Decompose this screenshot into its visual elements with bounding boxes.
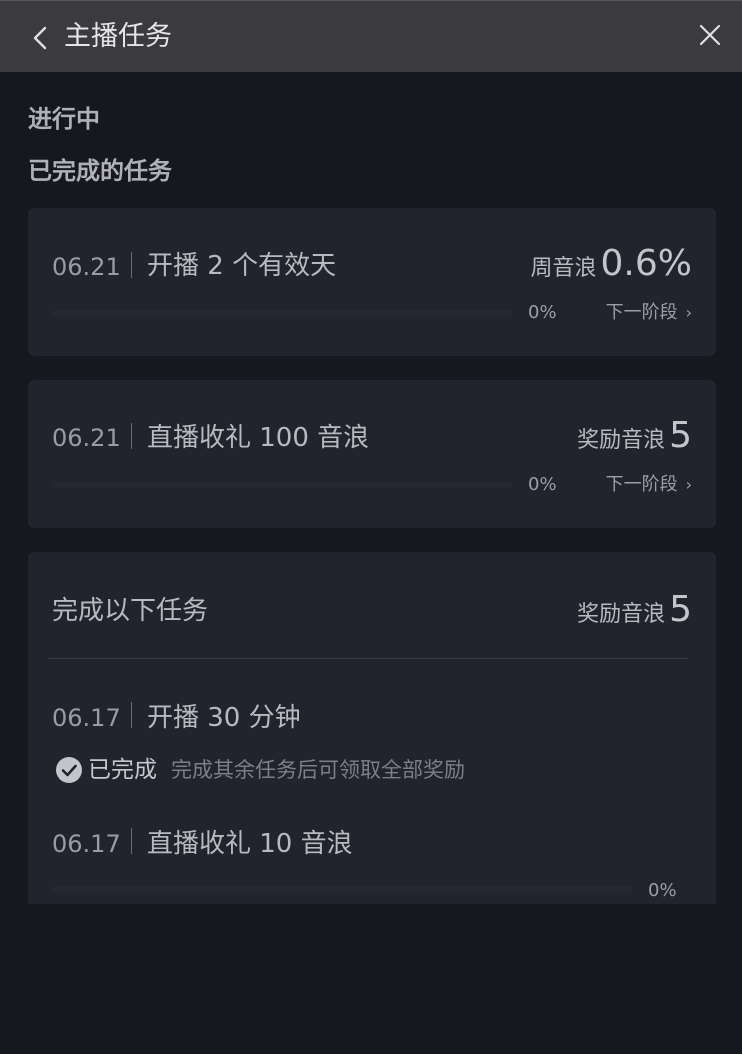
reward-value: 5 bbox=[669, 415, 692, 456]
chevron-right-icon: › bbox=[685, 303, 692, 322]
reward-value: 5 bbox=[669, 589, 692, 630]
section-in-progress[interactable]: 进行中 bbox=[28, 104, 100, 134]
section-completed[interactable]: 已完成的任务 bbox=[28, 156, 172, 186]
task-reward: 奖励音浪 5 bbox=[577, 416, 692, 462]
reward-label: 奖励音浪 bbox=[577, 428, 666, 453]
task-reward: 周音浪 0.6% bbox=[531, 244, 692, 290]
title-bar: 主播任务 bbox=[0, 0, 742, 72]
group-reward: 奖励音浪 5 bbox=[577, 590, 692, 636]
task-group-card: 完成以下任务 奖励音浪 5 06.17 开播 30 分钟 已完成 完成其余任务后可领… bbox=[28, 552, 716, 904]
completed-label: 已完成 bbox=[88, 756, 157, 783]
subtask-date: 06.17 bbox=[52, 830, 121, 858]
subtask-name: 直播收礼 10 音浪 bbox=[147, 829, 353, 859]
subtask-status: 已完成 完成其余任务后可领取全部奖励 bbox=[56, 754, 465, 785]
subtask-date: 06.17 bbox=[52, 704, 121, 732]
divider bbox=[131, 252, 132, 278]
task-name: 直播收礼 100 音浪 bbox=[147, 423, 370, 453]
progress-bar bbox=[52, 310, 512, 316]
group-divider bbox=[48, 658, 688, 659]
chevron-left-icon[interactable] bbox=[30, 25, 52, 51]
close-icon[interactable] bbox=[698, 23, 722, 47]
next-stage-label: 下一阶段 bbox=[605, 302, 678, 323]
progress-percent: 0% bbox=[528, 474, 557, 495]
next-stage-link[interactable]: 下一阶段 › bbox=[606, 302, 692, 324]
group-title: 完成以下任务 bbox=[52, 596, 209, 626]
task-card[interactable]: 06.21 开播 2 个有效天 周音浪 0.6% 0% 下一阶段 › bbox=[28, 208, 716, 356]
next-stage-link[interactable]: 下一阶段 › bbox=[606, 474, 692, 496]
reward-value: 0.6% bbox=[600, 243, 692, 284]
progress-bar bbox=[52, 886, 632, 892]
chevron-right-icon: › bbox=[685, 475, 692, 494]
task-name: 开播 2 个有效天 bbox=[147, 251, 337, 281]
completion-hint: 完成其余任务后可领取全部奖励 bbox=[171, 757, 465, 782]
divider bbox=[131, 423, 132, 449]
task-card[interactable]: 06.21 直播收礼 100 音浪 奖励音浪 5 0% 下一阶段 › bbox=[28, 380, 716, 528]
divider bbox=[131, 828, 132, 854]
task-date: 06.21 bbox=[52, 253, 121, 281]
subtask-name: 开播 30 分钟 bbox=[147, 703, 301, 733]
page-title: 主播任务 bbox=[64, 21, 172, 52]
progress-bar bbox=[52, 482, 512, 488]
reward-label: 周音浪 bbox=[530, 256, 597, 281]
divider bbox=[131, 702, 132, 728]
reward-label: 奖励音浪 bbox=[577, 602, 666, 627]
check-circle-icon bbox=[56, 756, 82, 783]
progress-percent: 0% bbox=[528, 302, 557, 323]
task-date: 06.21 bbox=[52, 424, 121, 452]
next-stage-label: 下一阶段 bbox=[605, 474, 678, 495]
progress-percent: 0% bbox=[648, 880, 677, 901]
